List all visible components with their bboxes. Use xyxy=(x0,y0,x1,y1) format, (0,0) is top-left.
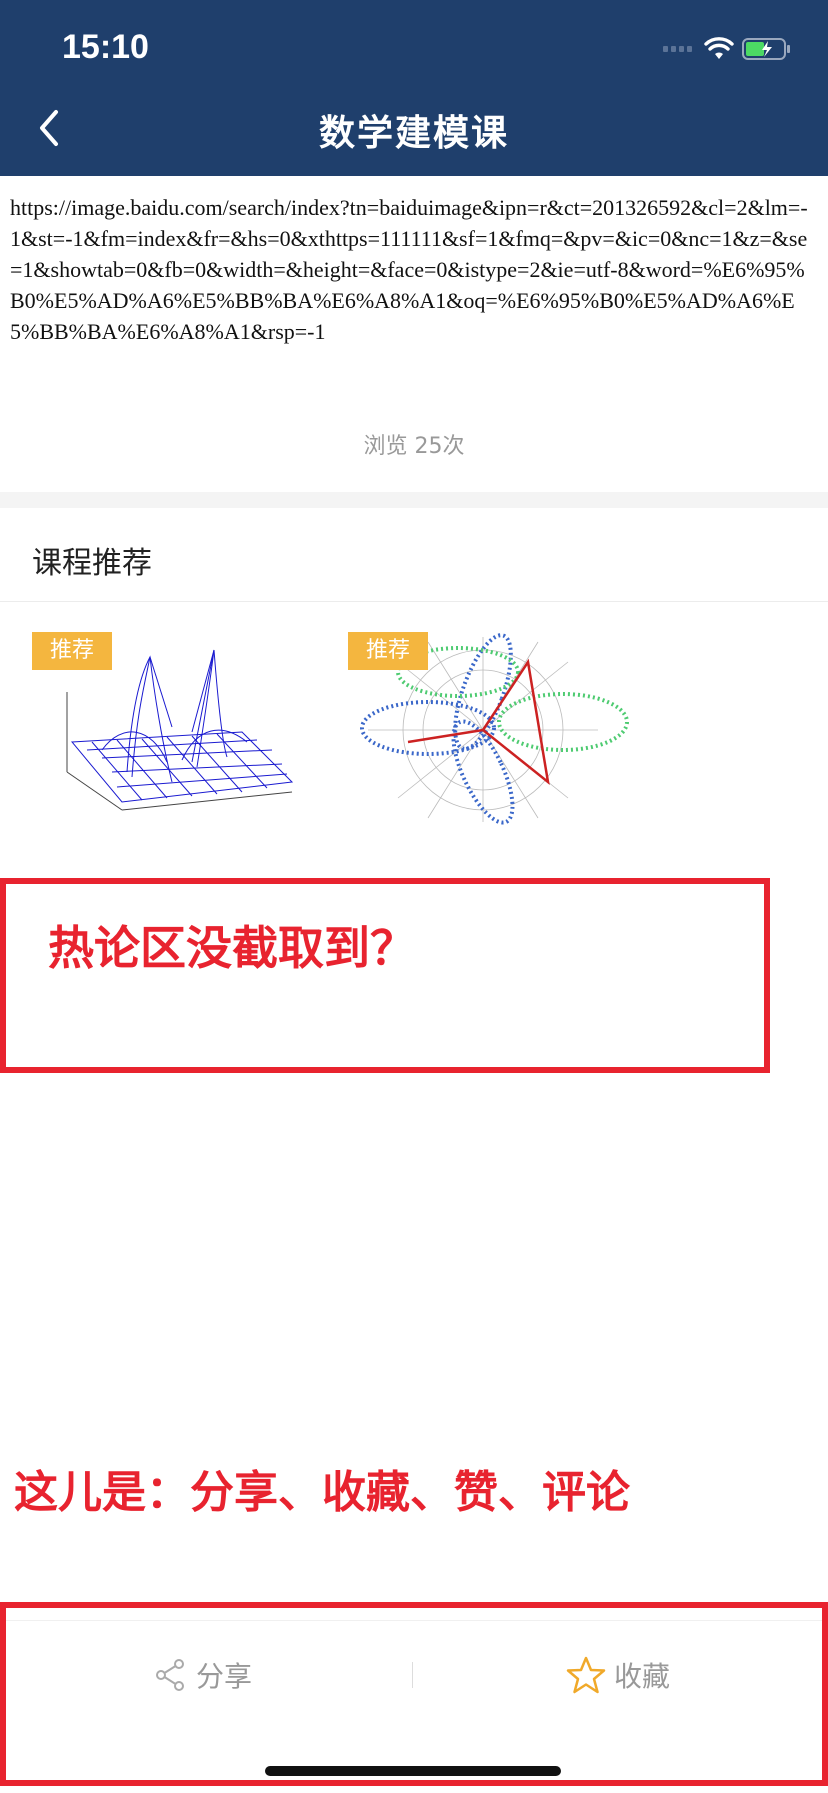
divider xyxy=(0,601,828,602)
annotation-box-actions xyxy=(0,1602,828,1786)
status-time: 15:10 xyxy=(62,28,149,66)
home-indicator[interactable] xyxy=(265,1766,561,1776)
status-icons xyxy=(663,34,792,64)
annotation-note-actions: 这儿是：分享、收藏、赞、评论 xyxy=(14,1467,630,1518)
battery-icon xyxy=(742,38,790,60)
wifi-icon xyxy=(704,37,734,59)
page-title: 数学建模课 xyxy=(318,113,509,154)
view-count: 浏览 25次 xyxy=(363,434,465,459)
annotation-note-comments: 热论区没截取到？ xyxy=(48,921,416,975)
recommend-section-title: 课程推荐 xyxy=(32,546,152,581)
article-content-link[interactable]: https://image.baidu.com/search/index?tn=… xyxy=(10,192,818,347)
recommend-badge: 推荐 xyxy=(32,632,112,670)
course-card[interactable]: 推荐 xyxy=(32,632,322,828)
section-separator xyxy=(0,492,828,508)
top-bar: 15:10 数学建模课 xyxy=(0,0,828,176)
course-card[interactable]: 推荐 xyxy=(348,632,638,828)
signal-icon xyxy=(663,46,692,52)
recommend-badge: 推荐 xyxy=(348,632,428,670)
